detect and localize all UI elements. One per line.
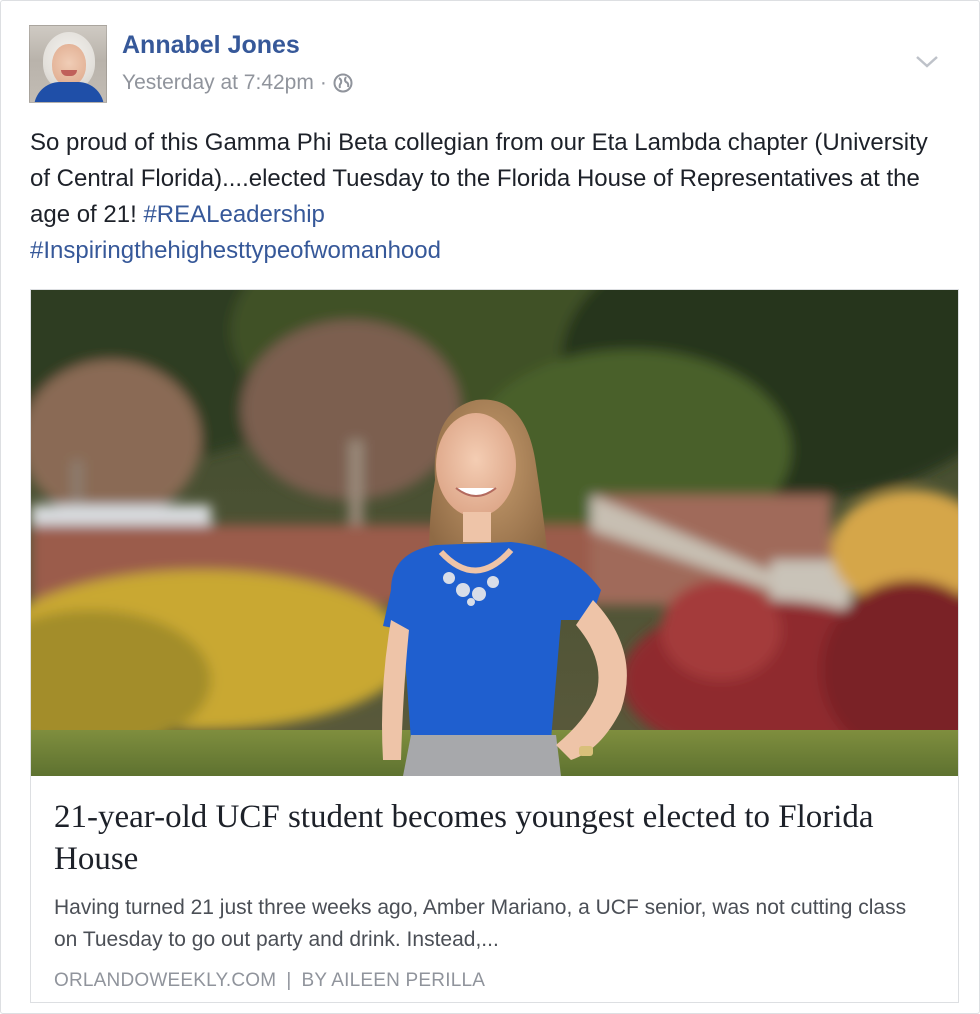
globe-icon[interactable]	[333, 73, 353, 93]
post-header: Annabel Jones Yesterday at 7:42pm ·	[29, 25, 959, 105]
author-name[interactable]: Annabel Jones	[122, 31, 300, 60]
hashtag-link[interactable]: #REALeadership	[143, 201, 324, 228]
meta-separator: ·	[319, 71, 327, 94]
facebook-post: Annabel Jones Yesterday at 7:42pm · So p…	[0, 0, 980, 1014]
link-title[interactable]: 21-year-old UCF student becomes youngest…	[54, 796, 934, 880]
hashtag-link[interactable]: #Inspiringthehighesttypeofwomanhood	[30, 237, 441, 264]
source-divider: |	[286, 970, 292, 991]
link-source: ORLANDOWEEKLY.COM | BY AILEEN PERILLA	[54, 970, 934, 992]
link-preview-body: 21-year-old UCF student becomes youngest…	[54, 796, 934, 992]
post-text: So proud of this Gamma Phi Beta collegia…	[30, 125, 950, 269]
timestamp[interactable]: Yesterday at 7:42pm	[122, 71, 314, 95]
post-meta: Yesterday at 7:42pm ·	[122, 71, 353, 95]
link-domain: ORLANDOWEEKLY.COM	[54, 970, 277, 991]
link-preview-image[interactable]	[31, 290, 958, 776]
link-byline: BY AILEEN PERILLA	[301, 970, 486, 991]
link-description: Having turned 21 just three weeks ago, A…	[54, 896, 907, 951]
link-preview-card[interactable]: 21-year-old UCF student becomes youngest…	[30, 289, 959, 1003]
avatar[interactable]	[29, 25, 107, 103]
chevron-down-icon[interactable]	[915, 55, 939, 69]
